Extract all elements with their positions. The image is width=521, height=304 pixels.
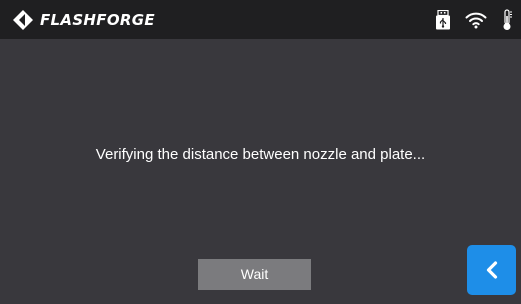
- wait-button[interactable]: Wait: [198, 259, 311, 290]
- top-bar: FLASHFORGE: [0, 0, 521, 39]
- usb-drive-icon[interactable]: [435, 10, 451, 30]
- status-icons: [421, 9, 513, 31]
- status-message: Verifying the distance between nozzle an…: [95, 146, 426, 163]
- printer-screen: FLASHFORGE Verifying the distance betwee…: [0, 0, 521, 304]
- back-button[interactable]: [467, 245, 516, 295]
- brand-logo: FLASHFORGE: [12, 8, 155, 32]
- thermometer-icon[interactable]: [501, 9, 513, 31]
- chevron-left-icon: [486, 261, 497, 279]
- flashforge-diamond-logo-icon: [13, 10, 33, 30]
- wifi-icon[interactable]: [465, 11, 487, 29]
- brand-name: FLASHFORGE: [40, 11, 155, 29]
